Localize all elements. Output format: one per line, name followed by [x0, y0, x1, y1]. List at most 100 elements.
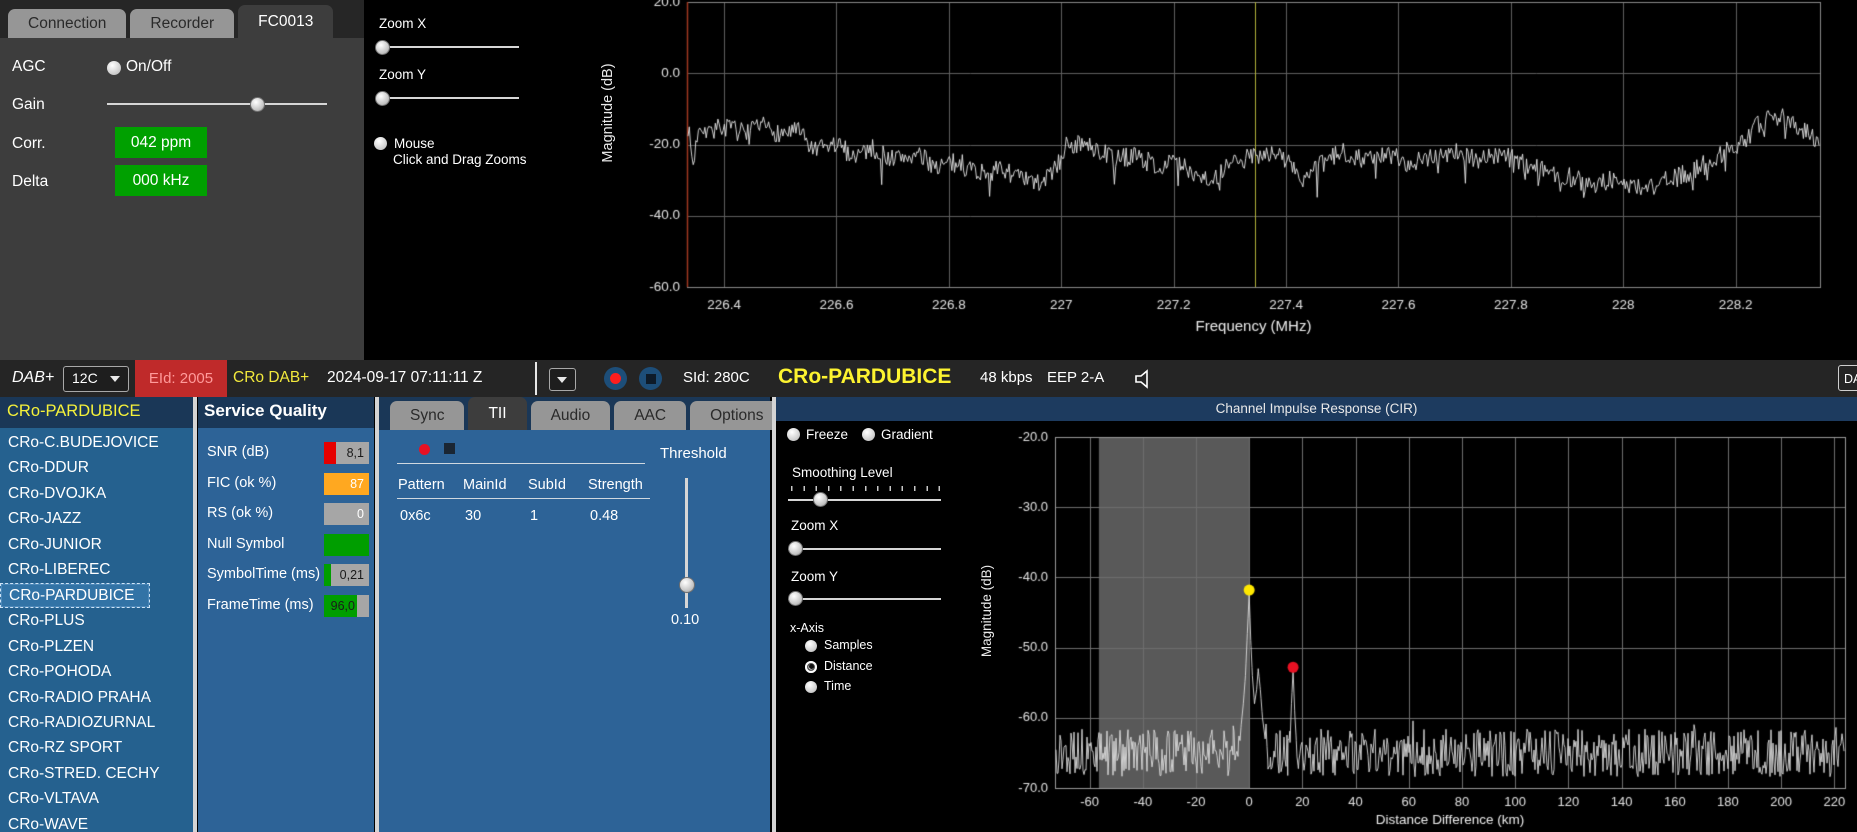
threshold-value: 0.10 [671, 612, 700, 628]
quality-label-frametime: FrameTime (ms) [207, 596, 314, 613]
delta-value-badge: 000 kHz [115, 165, 207, 196]
agc-radio[interactable] [107, 61, 121, 75]
stop-button[interactable] [639, 367, 662, 390]
station-item[interactable]: CRo-JAZZ [0, 506, 193, 531]
gain-slider-track[interactable] [107, 103, 327, 105]
tii-col-header: MainId [463, 477, 507, 493]
station-list-header-label: CRo-PARDUBICE [7, 402, 141, 420]
gradient-radio[interactable] [862, 428, 875, 441]
smoothing-slider-track[interactable] [788, 499, 941, 501]
cir-zoom-y-thumb[interactable] [788, 591, 803, 606]
smoothing-slider-thumb[interactable] [813, 492, 828, 507]
channel-select[interactable]: 12C [63, 366, 129, 392]
tii-tab-options[interactable]: Options [690, 401, 784, 430]
statusbar-divider [535, 362, 537, 395]
spectrum-zoom-x-label: Zoom X [379, 16, 427, 31]
station-item[interactable]: CRo-DVOJKA [0, 481, 193, 506]
tii-header-underline [397, 498, 650, 499]
station-item[interactable]: CRo-WAVE [0, 812, 193, 832]
smoothing-ticks [791, 486, 941, 491]
quality-badge-null [324, 533, 369, 556]
station-item[interactable]: CRo-RADIOZURNAL [0, 710, 193, 735]
dab-mode-label: DAB+ [12, 369, 55, 386]
tii-stop-icon[interactable] [444, 443, 455, 454]
spectrum-zoom-y-thumb[interactable] [375, 91, 390, 106]
gain-label: Gain [12, 96, 45, 113]
corr-label: Corr. [12, 135, 46, 152]
splitter[interactable] [771, 397, 776, 832]
station-list-header: CRo-PARDUBICE [0, 397, 193, 428]
station-item[interactable]: CRo-STRED. CECHY [0, 761, 193, 786]
cir-title: Channel Impulse Response (CIR) [776, 397, 1857, 421]
agc-label: AGC [12, 58, 46, 75]
xaxis-option-label: Samples [824, 638, 873, 652]
quality-label-null: Null Symbol [207, 535, 285, 552]
cir-plot-canvas[interactable] [1000, 421, 1857, 832]
xaxis-option-label: Distance [824, 658, 873, 673]
record-icon [610, 373, 621, 384]
station-item[interactable]: CRo-PLZEN [0, 634, 193, 659]
tii-tab-sync[interactable]: Sync [390, 401, 465, 430]
spectrum-zoom-y-track[interactable] [379, 97, 519, 99]
quality-label-symboltime: SymbolTime (ms) [207, 566, 321, 582]
station-item[interactable]: CRo-JUNIOR [0, 532, 193, 557]
mouse-zoom-radio[interactable] [374, 137, 387, 150]
service-name: CRo-PARDUBICE [778, 365, 952, 388]
protection-label: EEP 2-A [1047, 369, 1105, 386]
service-quality-panel: Service Quality SNR (dB) 8,1 FIC (ok %) 87 R… [198, 397, 374, 832]
quality-value-symboltime: 0,21 [339, 568, 364, 582]
stop-icon [645, 373, 656, 384]
tuner-tab-strip: Connection Recorder FC0013 [8, 5, 334, 38]
cir-zoom-y-track[interactable] [788, 598, 941, 600]
tuner-tab-recorder[interactable]: Recorder [130, 9, 235, 38]
tii-tab-tii[interactable]: TII [468, 397, 527, 430]
dab-overflow-button[interactable]: DAB [1838, 365, 1857, 391]
mini-dropdown[interactable] [549, 368, 576, 391]
station-item[interactable]: CRo-POHODA [0, 659, 193, 684]
station-item-selected[interactable]: CRo-PARDUBICE [0, 582, 150, 608]
tii-cell: 0.48 [590, 508, 619, 524]
tuner-tab-fc0013[interactable]: FC0013 [238, 5, 334, 38]
station-item[interactable]: CRo-DDUR [0, 455, 193, 480]
quality-badge-frametime: 96,0 [324, 594, 369, 617]
gain-slider-thumb[interactable] [250, 97, 265, 112]
freeze-radio[interactable] [787, 428, 800, 441]
quality-badge-snr: 8,1 [324, 442, 369, 464]
quality-badge-symboltime: 0,21 [324, 564, 369, 586]
record-button[interactable] [604, 367, 627, 390]
threshold-label: Threshold [660, 445, 727, 462]
cir-zoom-x-track[interactable] [788, 548, 941, 550]
station-item[interactable]: CRo-LIBEREC [0, 557, 193, 582]
gradient-label: Gradient [881, 427, 933, 442]
threshold-slider-thumb[interactable] [678, 577, 695, 593]
station-item[interactable]: CRo-VLTAVA [0, 786, 193, 811]
chevron-down-icon [110, 376, 120, 382]
spectrum-plot-canvas[interactable] [600, 0, 1857, 345]
tii-tab-aac[interactable]: AAC [614, 401, 687, 430]
spectrum-zoom-x-track[interactable] [379, 46, 519, 48]
quality-value-frametime: 96,0 [330, 598, 355, 613]
station-item[interactable]: CRo-C.BUDEJOVICE [0, 430, 193, 455]
station-item[interactable]: CRo-RADIO PRAHA [0, 685, 193, 710]
tii-record-icon[interactable] [419, 444, 430, 455]
xaxis-radio-distance[interactable] [805, 660, 817, 673]
spectrum-zoom-x-thumb[interactable] [375, 40, 390, 55]
tii-col-header: Strength [588, 477, 643, 493]
quality-badge-fic: 87 [324, 472, 369, 495]
xaxis-radio-samples[interactable] [805, 640, 817, 652]
tuner-panel: Connection Recorder FC0013 AGC On/Off Gain… [0, 0, 364, 360]
xaxis-radio-time[interactable] [805, 681, 817, 693]
tii-separator [397, 463, 645, 464]
service-quality-title: Service Quality [204, 401, 327, 420]
splitter[interactable] [374, 397, 379, 832]
cir-zoom-x-thumb[interactable] [788, 541, 803, 556]
station-item[interactable]: CRo-RZ SPORT [0, 735, 193, 760]
station-item[interactable]: CRo-PLUS [0, 608, 193, 633]
station-list-panel: CRo-PARDUBICE CRo-C.BUDEJOVICE CRo-DDUR CR… [0, 397, 193, 832]
status-bar: DAB+ 12C EId: 2005 CRo DAB+ 2024-09-17 0… [0, 360, 1857, 397]
timestamp: 2024-09-17 07:11:11 Z [327, 369, 483, 386]
splitter[interactable] [193, 397, 197, 832]
tuner-tab-connection[interactable]: Connection [8, 9, 127, 38]
speaker-icon[interactable] [1132, 367, 1156, 391]
tii-tab-audio[interactable]: Audio [530, 401, 611, 430]
